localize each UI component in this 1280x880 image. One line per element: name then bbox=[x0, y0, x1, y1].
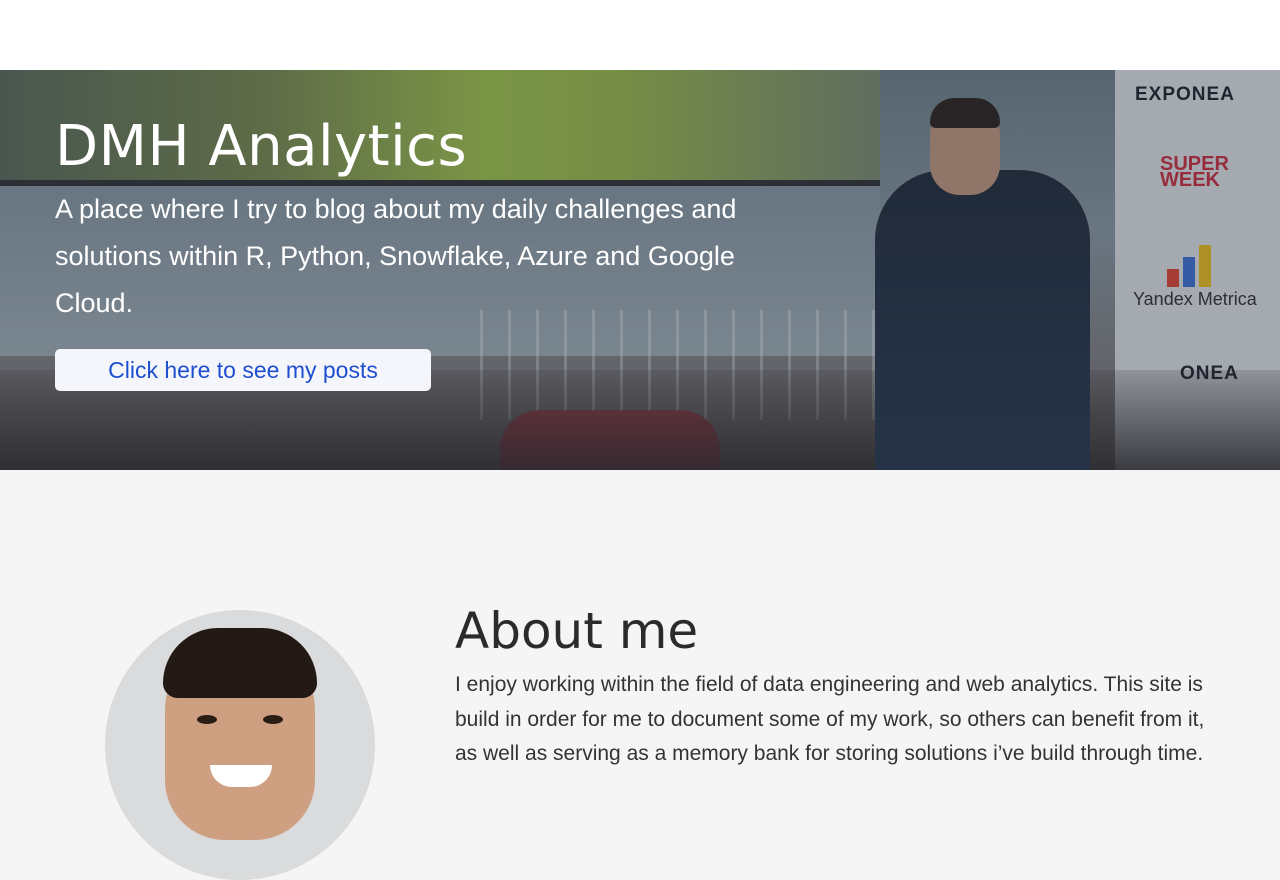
site-title: DMH Analytics bbox=[55, 114, 468, 179]
site-tagline: A place where I try to blog about my dai… bbox=[55, 194, 737, 318]
avatar-left-eye bbox=[197, 715, 217, 724]
hero-content: DMH Analytics A place where I try to blo… bbox=[55, 112, 815, 327]
avatar-hair bbox=[163, 628, 317, 698]
avatar bbox=[105, 610, 375, 880]
top-header-bar bbox=[0, 0, 1280, 70]
see-posts-button[interactable]: Click here to see my posts bbox=[55, 349, 431, 391]
about-title: About me bbox=[455, 602, 699, 660]
about-text: I enjoy working within the field of data… bbox=[455, 673, 1205, 765]
avatar-right-eye bbox=[263, 715, 283, 724]
about-section: About me I enjoy working within the fiel… bbox=[455, 598, 1225, 772]
